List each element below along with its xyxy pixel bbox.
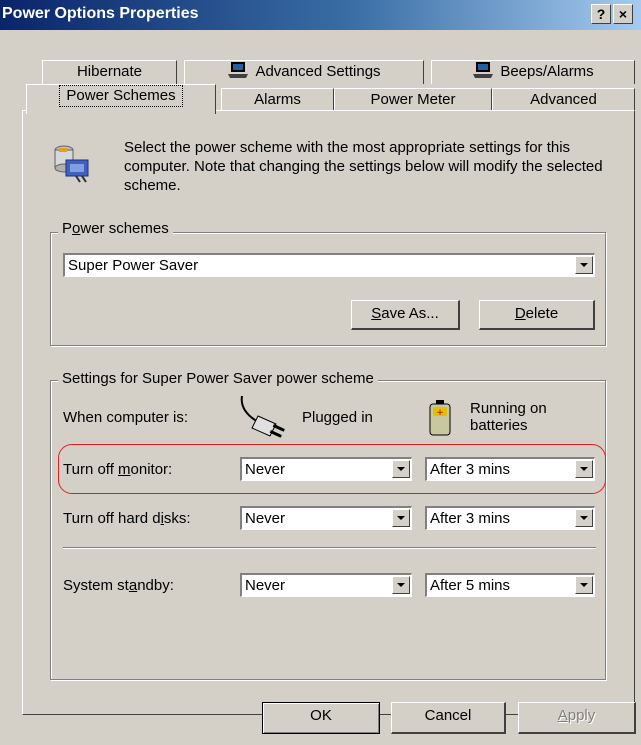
- window-title: Power Options Properties: [2, 5, 199, 22]
- tab-advanced[interactable]: Advanced: [492, 88, 635, 112]
- plugged-in-label: Plugged in: [302, 409, 373, 426]
- ok-button[interactable]: OK: [262, 702, 380, 734]
- question-icon: ?: [596, 6, 606, 22]
- tab-label: Hibernate: [76, 63, 143, 80]
- tab-label: Beeps/Alarms: [500, 63, 594, 80]
- help-button[interactable]: ?: [591, 4, 611, 24]
- tab-label: Advanced Settings: [255, 63, 381, 80]
- tab-hibernate[interactable]: Hibernate: [42, 60, 177, 84]
- tab-label: Alarms: [254, 91, 301, 108]
- laptop-icon: [228, 62, 249, 78]
- hard-disks-battery-select[interactable]: After 3 mins: [425, 506, 595, 530]
- when-computer-label: When computer is:: [63, 409, 189, 426]
- system-standby-label: System standby:: [63, 577, 174, 594]
- power-scheme-select[interactable]: Super Power Saver: [63, 253, 595, 277]
- chevron-down-icon[interactable]: [392, 576, 410, 594]
- power-options-window: Power Options Properties ? × Hibernate A…: [0, 0, 641, 745]
- standby-battery-select[interactable]: After 5 mins: [425, 573, 595, 597]
- tab-beeps-alarms[interactable]: Beeps/Alarms: [431, 60, 635, 84]
- tab-alarms[interactable]: Alarms: [221, 88, 334, 112]
- close-icon: ×: [618, 6, 628, 22]
- chevron-down-icon[interactable]: [575, 256, 593, 274]
- settings-group-label: Settings for Super Power Saver power sch…: [58, 370, 378, 387]
- title-bar[interactable]: Power Options Properties ? ×: [0, 0, 641, 30]
- apply-button[interactable]: Apply: [518, 702, 636, 734]
- power-scheme-icon: [54, 145, 89, 183]
- svg-text:+: +: [436, 408, 444, 418]
- chevron-down-icon[interactable]: [392, 509, 410, 527]
- save-as-button[interactable]: Save As...: [351, 300, 460, 330]
- plug-icon: [240, 395, 285, 438]
- tab-power-meter[interactable]: Power Meter: [334, 88, 492, 112]
- turn-off-hard-disks-label: Turn off hard disks:: [63, 510, 191, 527]
- chevron-down-icon[interactable]: [575, 509, 593, 527]
- running-on-batteries-label: Running on batteries: [470, 400, 547, 434]
- tab-label: Power Schemes: [59, 85, 183, 107]
- description-text: Select the power scheme with the most ap…: [124, 139, 603, 194]
- tab-advanced-settings[interactable]: Advanced Settings: [184, 60, 424, 84]
- tab-power-schemes[interactable]: Power Schemes: [26, 84, 216, 114]
- power-scheme-value: Super Power Saver: [68, 257, 199, 274]
- power-schemes-group-label: Power schemes: [58, 220, 173, 237]
- hard-disks-plugged-select[interactable]: Never: [240, 506, 412, 530]
- delete-button[interactable]: Delete: [479, 300, 595, 330]
- battery-icon: +: [429, 400, 451, 436]
- close-button[interactable]: ×: [613, 4, 633, 24]
- chevron-down-icon[interactable]: [575, 576, 593, 594]
- standby-plugged-select[interactable]: Never: [240, 573, 412, 597]
- laptop-icon: [473, 62, 494, 78]
- monitor-row-highlight: [58, 444, 606, 494]
- cancel-button[interactable]: Cancel: [391, 702, 506, 734]
- tab-label: Advanced: [530, 91, 597, 108]
- divider: [63, 547, 596, 549]
- tab-label: Power Meter: [370, 91, 456, 108]
